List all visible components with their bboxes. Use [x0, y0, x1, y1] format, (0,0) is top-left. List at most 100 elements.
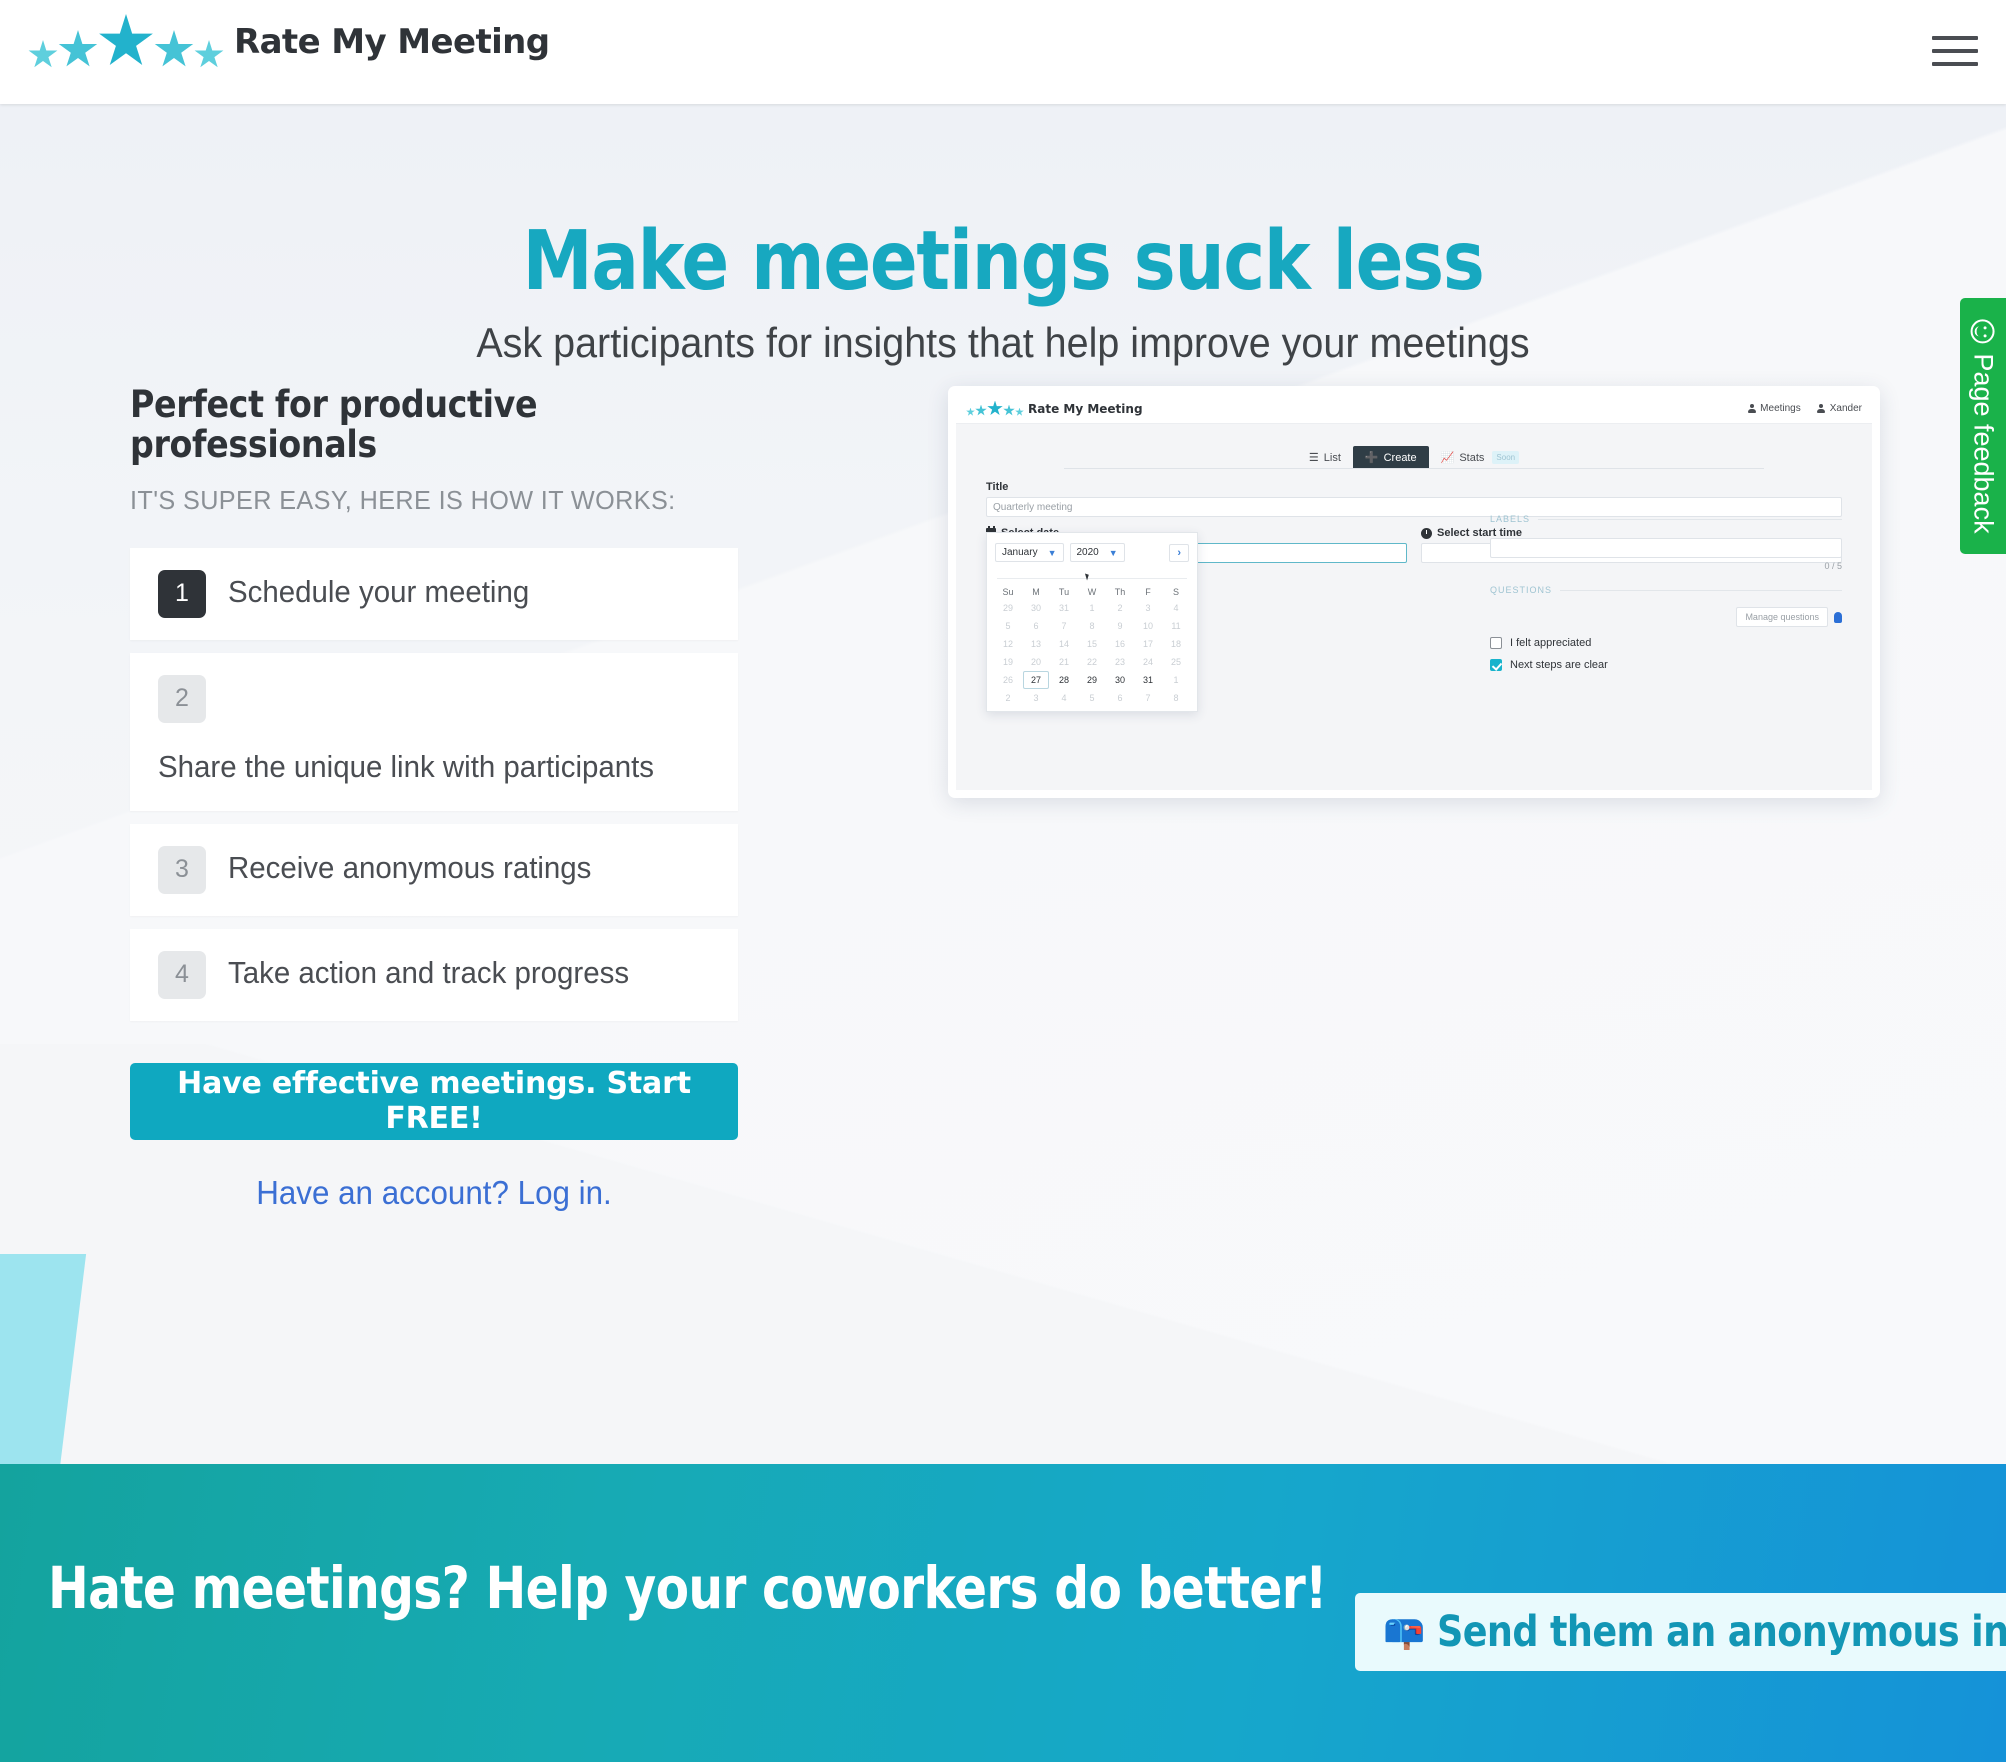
calendar-day[interactable]: 29 [995, 599, 1021, 617]
calendar-day[interactable]: 11 [1163, 617, 1189, 635]
send-invite-button[interactable]: 📪 Send them an anonymous invite [1355, 1593, 2006, 1671]
calendar-day[interactable]: 31 [1051, 599, 1077, 617]
mockup-tabs: ☰ List ➕ Create 📈 Stats Soon [956, 446, 1872, 469]
calendar-day[interactable]: 26 [995, 671, 1021, 689]
calendar-day[interactable]: 2 [995, 689, 1021, 707]
list-item[interactable]: 3 Receive anonymous ratings [130, 823, 738, 916]
five-stars-icon [28, 14, 224, 70]
calendar-day[interactable]: 19 [995, 653, 1021, 671]
lightbulb-icon[interactable] [1834, 611, 1842, 623]
date-picker-popover: January ▼ 2020 ▼ › Su M Tu W Th F S 29 30 31 1 2 3 4… [986, 532, 1198, 712]
send-invite-label: Send them an anonymous invite [1437, 1607, 2006, 1657]
labels-section-heading: LABELS [1490, 514, 1842, 524]
list-icon: ☰ [1308, 452, 1319, 464]
app-screenshot-mockup: Rate My Meeting Meetings Xander ☰ List ➕… [948, 386, 1880, 798]
calendar-day[interactable]: 25 [1163, 653, 1189, 671]
tab-stats[interactable]: 📈 Stats Soon [1429, 446, 1531, 469]
calendar-day[interactable]: 7 [1051, 617, 1077, 635]
calendar-week-row: 29 30 31 1 2 3 4 [995, 599, 1189, 617]
login-link[interactable]: Have an account? Log in. [145, 1174, 723, 1212]
calendar-week-row: 2345678 [995, 689, 1189, 707]
calendar-weekday: Tu [1058, 587, 1070, 597]
calendar-day[interactable]: 4 [1163, 599, 1189, 617]
step-number-badge: 1 [158, 569, 206, 618]
tab-list[interactable]: ☰ List [1297, 446, 1353, 469]
mockup-nav-user[interactable]: Xander [1817, 403, 1862, 414]
calendar-day[interactable]: 1 [1079, 599, 1105, 617]
question-label: Next steps are clear [1510, 659, 1608, 671]
hamburger-menu-icon[interactable] [1932, 30, 1978, 72]
calendar-day[interactable]: 9 [1107, 617, 1133, 635]
calendar-day[interactable]: 13 [1023, 635, 1049, 653]
question-row[interactable]: Next steps are clear [1490, 659, 1842, 671]
calendar-day[interactable]: 8 [1079, 617, 1105, 635]
calendar-day[interactable]: 29 [1079, 671, 1105, 689]
question-row[interactable]: I felt appreciated [1490, 637, 1842, 649]
mockup-nav-user-label: Xander [1829, 403, 1862, 414]
step-label: Take action and track progress [228, 954, 630, 990]
calendar-day[interactable]: 14 [1051, 635, 1077, 653]
questions-section-heading: QUESTIONS [1490, 585, 1842, 595]
five-stars-icon [966, 400, 1024, 417]
labels-counter: 0 / 5 [1824, 561, 1842, 571]
mockup-right-sections: LABELS 0 / 5 QUESTIONS Manage questions … [1490, 514, 1842, 671]
calendar-day[interactable]: 21 [1051, 653, 1077, 671]
year-select-value: 2020 [1076, 547, 1099, 558]
chart-icon: 📈 [1440, 452, 1455, 464]
step-number-badge: 2 [158, 674, 206, 723]
month-select-value: January [1002, 547, 1038, 558]
manage-questions-button[interactable]: Manage questions [1736, 607, 1828, 627]
step-label: Receive anonymous ratings [228, 849, 592, 885]
checkbox-unchecked[interactable] [1490, 637, 1502, 649]
calendar-day[interactable]: 6 [1107, 689, 1133, 707]
calendar-day[interactable]: 28 [1051, 671, 1077, 689]
calendar-day[interactable]: 18 [1163, 635, 1189, 653]
calendar-day[interactable]: 8 [1163, 689, 1189, 707]
labels-heading-text: LABELS [1490, 514, 1531, 524]
mockup-nav-meetings[interactable]: Meetings [1747, 403, 1801, 414]
start-free-button[interactable]: Have effective meetings. Start FREE! [130, 1062, 738, 1140]
calendar-week-row: 12 13 14 15 16 17 18 [995, 635, 1189, 653]
calendar-day[interactable]: 12 [995, 635, 1021, 653]
next-month-button[interactable]: › [1169, 543, 1189, 562]
month-select[interactable]: January ▼ [995, 543, 1064, 562]
calendar-day[interactable]: 24 [1135, 653, 1161, 671]
mockup-header: Rate My Meeting Meetings Xander [956, 394, 1872, 424]
calendar-day[interactable]: 31 [1135, 671, 1161, 689]
calendar-day[interactable]: 3 [1135, 599, 1161, 617]
clock-icon [1421, 527, 1432, 539]
checkbox-checked[interactable] [1490, 659, 1502, 671]
calendar-day[interactable]: 16 [1107, 635, 1133, 653]
calendar-day[interactable]: 1 [1163, 671, 1189, 689]
user-icon [1817, 404, 1826, 413]
calendar-day[interactable]: 23 [1107, 653, 1133, 671]
calendar-weekday: Su [1002, 587, 1014, 597]
calendar-day[interactable]: 6 [1023, 617, 1049, 635]
calendar-day[interactable]: 4 [1051, 689, 1077, 707]
page-feedback-tab[interactable]: Page feedback [1960, 298, 2006, 554]
calendar-day[interactable]: 15 [1079, 635, 1105, 653]
calendar-weekday: W [1087, 587, 1097, 597]
calendar-day[interactable]: 17 [1135, 635, 1161, 653]
year-select[interactable]: 2020 ▼ [1069, 543, 1125, 562]
calendar-day[interactable]: 27 [1023, 671, 1049, 689]
calendar-day[interactable]: 20 [1023, 653, 1049, 671]
calendar-day[interactable]: 22 [1079, 653, 1105, 671]
calendar-day[interactable]: 10 [1135, 617, 1161, 635]
calendar-day[interactable]: 5 [995, 617, 1021, 635]
brand-logo[interactable]: Rate My Meeting [28, 14, 550, 70]
calendar-day[interactable]: 5 [1079, 689, 1105, 707]
calendar-day[interactable]: 7 [1135, 689, 1161, 707]
list-item[interactable]: 1 Schedule your meeting [130, 547, 738, 640]
calendar-day[interactable]: 30 [1023, 599, 1049, 617]
banner-headline: Hate meetings? Help your coworkers do be… [48, 1554, 1327, 1622]
tab-stats-label: Stats [1459, 451, 1485, 464]
tab-create[interactable]: ➕ Create [1352, 446, 1429, 469]
page-subtitle: Ask participants for insights that help … [476, 319, 1530, 366]
calendar-day[interactable]: 2 [1107, 599, 1133, 617]
labels-input[interactable] [1490, 538, 1842, 558]
calendar-day[interactable]: 30 [1107, 671, 1133, 689]
calendar-day[interactable]: 3 [1023, 689, 1049, 707]
list-item[interactable]: 2 Share the unique link with participant… [130, 652, 738, 811]
list-item[interactable]: 4 Take action and track progress [130, 928, 738, 1021]
